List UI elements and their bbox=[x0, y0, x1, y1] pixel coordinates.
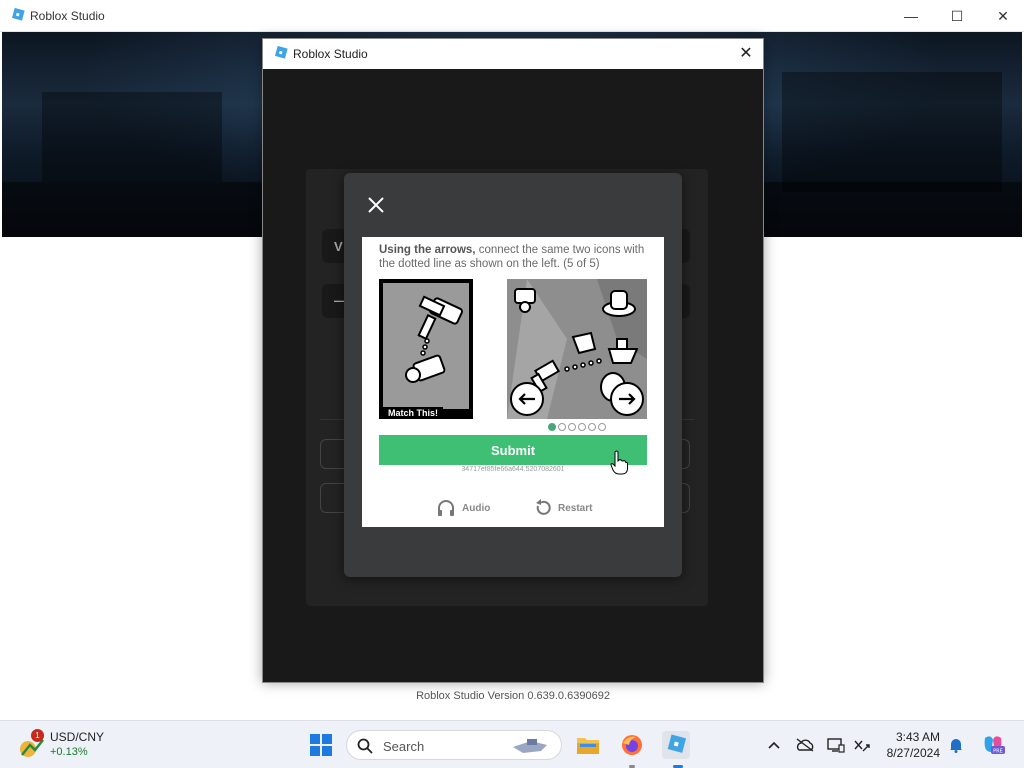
currency-widget[interactable]: 1 USD/CNY +0.13% bbox=[18, 729, 118, 761]
onedrive-offline-icon[interactable] bbox=[795, 735, 815, 755]
dialog-title: Roblox Studio bbox=[293, 47, 368, 61]
captcha-instructions: Using the arrows, connect the same two i… bbox=[379, 243, 649, 271]
progress-dots bbox=[548, 423, 606, 431]
search-icon bbox=[357, 738, 373, 754]
dialog-close-button[interactable]: ✕ bbox=[737, 45, 755, 63]
currency-pair: USD/CNY bbox=[50, 730, 105, 744]
clock-date: 8/27/2024 bbox=[886, 746, 940, 760]
network-off-icon[interactable] bbox=[852, 735, 872, 755]
hand-cursor-icon bbox=[610, 450, 628, 475]
svg-text:PRE: PRE bbox=[993, 749, 1003, 755]
roblox-studio-taskbar-icon[interactable] bbox=[662, 731, 690, 759]
username-field-fragment: V bbox=[334, 239, 343, 254]
match-this-label: Match This! bbox=[383, 407, 444, 419]
maximize-button[interactable]: ☐ bbox=[934, 0, 980, 32]
progress-dot bbox=[548, 423, 556, 431]
notification-badge: 1 bbox=[31, 729, 44, 742]
notification-bell-icon[interactable] bbox=[946, 735, 966, 755]
progress-dot bbox=[578, 423, 586, 431]
minimize-button[interactable]: — bbox=[888, 0, 934, 32]
studio-version: Roblox Studio Version 0.639.0.6390692 bbox=[416, 690, 610, 702]
close-icon[interactable] bbox=[364, 193, 388, 217]
search-highlight-icon bbox=[513, 739, 547, 753]
roblox-studio-logo-icon bbox=[275, 46, 288, 59]
display-icon[interactable] bbox=[826, 735, 846, 755]
audio-label: Audio bbox=[462, 502, 491, 514]
arrow-right-button[interactable] bbox=[610, 382, 644, 416]
audio-button[interactable]: Audio bbox=[436, 499, 490, 517]
session-id: 34717ef85fe66a644.5207082601 bbox=[461, 466, 565, 473]
system-clock[interactable]: 3:43 AM 8/27/2024 bbox=[880, 729, 940, 761]
restart-button[interactable]: Restart bbox=[534, 499, 592, 517]
currency-change: +0.13% bbox=[50, 746, 88, 758]
progress-dot bbox=[588, 423, 596, 431]
restart-label: Restart bbox=[558, 502, 593, 514]
reference-image: Match This! bbox=[379, 279, 473, 419]
taskbar: 1 USD/CNY +0.13% Search 3:43 AM 8/27/202… bbox=[0, 720, 1024, 768]
file-explorer-icon[interactable] bbox=[574, 731, 602, 759]
arrow-left-icon bbox=[518, 393, 535, 405]
copilot-icon[interactable]: PRE bbox=[980, 735, 1006, 755]
captcha-modal: Using the arrows, connect the same two i… bbox=[344, 173, 682, 577]
reference-icons bbox=[405, 295, 463, 383]
taskbar-search[interactable]: Search bbox=[346, 730, 562, 760]
clock-time: 3:43 AM bbox=[895, 730, 940, 744]
progress-dot bbox=[598, 423, 606, 431]
dotted-line bbox=[420, 338, 430, 356]
captcha-challenge: Using the arrows, connect the same two i… bbox=[362, 237, 664, 527]
headphones-icon bbox=[438, 500, 454, 516]
firefox-icon[interactable] bbox=[618, 731, 646, 759]
hammer-icon bbox=[417, 295, 463, 340]
submit-button[interactable]: Submit bbox=[379, 435, 647, 465]
start-icon[interactable] bbox=[310, 734, 332, 756]
arrow-right-icon bbox=[619, 393, 636, 405]
arrow-left-button[interactable] bbox=[510, 382, 544, 416]
restart-icon bbox=[536, 499, 551, 515]
search-placeholder: Search bbox=[383, 739, 425, 754]
dialog-titlebar: Roblox Studio ✕ bbox=[263, 39, 763, 69]
roblox-studio-logo-icon bbox=[12, 8, 25, 21]
watering-can-icon bbox=[405, 354, 446, 383]
chevron-up-icon[interactable] bbox=[764, 735, 784, 755]
instruction-bold: Using the arrows, bbox=[379, 244, 476, 256]
puzzle-image bbox=[507, 279, 647, 419]
window-title: Roblox Studio bbox=[30, 9, 105, 23]
app-titlebar: Roblox Studio — ☐ ✕ bbox=[0, 0, 1024, 32]
progress-dot bbox=[568, 423, 576, 431]
progress-dot bbox=[558, 423, 566, 431]
close-window-button[interactable]: ✕ bbox=[980, 0, 1024, 32]
